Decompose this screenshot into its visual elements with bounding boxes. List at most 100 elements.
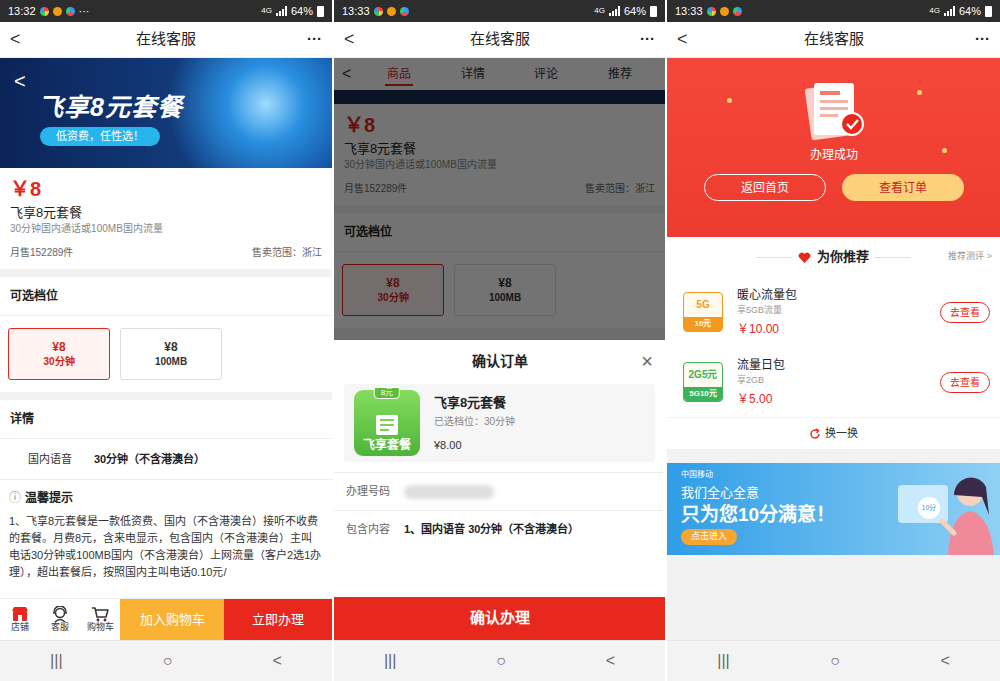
order-price: ¥8.00 <box>434 437 515 454</box>
close-button[interactable]: × <box>633 351 653 371</box>
battery-icon <box>317 6 324 17</box>
recommend-description: 享2GB <box>737 374 785 388</box>
refresh-icon <box>809 425 821 442</box>
more-notifications-icon: ··· <box>79 3 90 20</box>
confirm-button[interactable]: 确认办理 <box>334 597 665 640</box>
divider-line <box>756 257 792 258</box>
signal-bar <box>282 9 284 16</box>
signal-icon <box>609 6 620 16</box>
cart-button[interactable]: 购物车 <box>80 599 120 640</box>
heart-icon <box>798 248 811 266</box>
divider-line <box>875 257 911 258</box>
dimmed-page: <商品详情评论推荐￥8飞享8元套餐30分钟国内通话或100MB国内流量月售152… <box>334 58 665 340</box>
document-check-icon <box>794 78 874 142</box>
status-bar: 13:32···4G64% <box>0 0 332 22</box>
order-product-info: 飞享8元套餐已选档位：30分钟¥8.00 <box>434 393 515 454</box>
survey-banner[interactable]: 中国移动我们全心全意只为您10分满意！点击进入10分 <box>667 463 1000 555</box>
option-section: 可选档位¥830分钟¥8100MB <box>0 277 332 392</box>
recommend-item: 2G5元5G10元流量日包享2GB￥5.00去查看 <box>667 347 1000 417</box>
page-content: <飞享8元套餐低资费，任性选！￥8飞享8元套餐30分钟国内通话或100MB国内流… <box>0 58 332 598</box>
icon-bottom-text: 5G10元 <box>684 387 722 401</box>
package-badge: 8元 <box>374 387 400 399</box>
view-button[interactable]: 去查看 <box>940 302 990 323</box>
phone-screen: 13:334G64%<在线客服···办理成功返回首页查看订单为你推荐推荐测评 >… <box>667 0 1000 681</box>
app-notification-icon <box>707 7 716 16</box>
product-info: ￥8飞享8元套餐30分钟国内通话或100MB国内流量月售152289件售卖范围：… <box>0 168 332 269</box>
more-button[interactable]: ··· <box>631 28 655 51</box>
product-name: 飞享8元套餐 <box>10 205 322 222</box>
view-button[interactable]: 去查看 <box>940 372 990 393</box>
recent-apps-button[interactable]: ||| <box>50 649 62 673</box>
cart-icon <box>91 606 109 622</box>
product-price: ￥8 <box>10 177 322 201</box>
option-tile[interactable]: ¥8100MB <box>120 328 222 380</box>
signal-bar <box>609 13 611 16</box>
network-type: 4G <box>261 5 272 17</box>
option-list: ¥830分钟¥8100MB <box>0 316 332 392</box>
back-button[interactable]: < <box>10 26 34 53</box>
battery-level: 64% <box>624 3 646 20</box>
home-button[interactable]: 返回首页 <box>704 174 826 201</box>
back-nav-button[interactable]: < <box>273 649 282 673</box>
shop-label: 店铺 <box>11 623 29 633</box>
view-order-button[interactable]: 查看订单 <box>842 174 964 201</box>
recent-apps-button[interactable]: ||| <box>384 649 396 673</box>
option-spec: 30分钟 <box>43 355 74 368</box>
customer-service-button[interactable]: 客服 <box>40 599 80 640</box>
clock: 13:33 <box>675 3 703 20</box>
signal-bar <box>953 6 955 16</box>
recent-apps-button[interactable]: ||| <box>717 649 729 673</box>
refresh-label: 换一换 <box>825 425 858 442</box>
banner-line: 我们全心全意 <box>681 483 759 503</box>
battery-level: 64% <box>291 3 313 20</box>
package-icon-label: 飞享套餐 <box>363 438 411 452</box>
recommend-price: ￥5.00 <box>737 390 785 408</box>
back-nav-button[interactable]: < <box>606 649 615 673</box>
enter-button[interactable]: 点击进入 <box>681 529 737 545</box>
recommend-review-link[interactable]: 推荐测评 > <box>948 250 992 264</box>
more-button[interactable]: ··· <box>966 28 990 51</box>
page-title: 在线客服 <box>34 28 298 51</box>
signal-icon <box>276 6 287 16</box>
shop-button[interactable]: 店铺 <box>0 599 40 640</box>
refresh-button[interactable]: 换一换 <box>667 417 1000 449</box>
back-nav-button[interactable]: < <box>940 649 949 673</box>
blurred-value <box>404 485 494 499</box>
buy-now-button[interactable]: 立即办理 <box>224 599 332 640</box>
sparkle <box>942 148 947 153</box>
data-package-icon: 2G5元5G10元 <box>683 362 723 402</box>
order-field: 办理号码 <box>334 472 665 510</box>
network-type: 4G <box>929 5 940 17</box>
app-notification-icon <box>400 7 409 16</box>
icon-top-text: 5G <box>684 293 722 317</box>
back-button[interactable]: < <box>677 26 701 53</box>
banner-back-button[interactable]: < <box>14 66 26 96</box>
tips-section: ⓘ温馨提示 1、飞享8元套餐是一款低资费、国内（不含港澳台）接听不收费的套餐。月费… <box>0 479 332 598</box>
add-to-cart-button[interactable]: 加入购物车 <box>120 599 224 640</box>
document-icon <box>373 414 401 436</box>
home-button[interactable]: ○ <box>496 649 506 673</box>
package-icon: 8元飞享套餐 <box>354 390 420 456</box>
banner-slogan: 低资费，任性选！ <box>40 127 160 146</box>
app-notification-icon <box>374 7 383 16</box>
order-field: 包含内容1、国内语音 30分钟（不含港澳台） <box>334 510 665 548</box>
home-button[interactable]: ○ <box>830 649 840 673</box>
battery-icon <box>985 6 992 17</box>
action-bar: 店铺 客服购物车加入购物车立即办理 <box>0 598 332 640</box>
home-button[interactable]: ○ <box>163 649 173 673</box>
brand-logo: 中国移动 <box>681 469 713 481</box>
tips-header: ⓘ温馨提示 <box>9 489 323 507</box>
more-button[interactable]: ··· <box>298 28 322 51</box>
signal-bar <box>950 9 952 16</box>
detail-section: 详情国内语音30分钟（不含港澳台） <box>0 400 332 480</box>
signal-bar <box>276 13 278 16</box>
recommend-info: 暖心流量包享5GB流量￥10.00 <box>737 286 797 339</box>
back-button[interactable]: < <box>344 26 368 53</box>
promo-banner: <飞享8元套餐低资费，任性选！ <box>0 58 332 168</box>
option-spec: 100MB <box>155 355 187 368</box>
option-tile[interactable]: ¥830分钟 <box>8 328 110 380</box>
app-notification-icon <box>66 7 75 16</box>
order-product-card: 8元飞享套餐飞享8元套餐已选档位：30分钟¥8.00 <box>344 384 655 462</box>
tips-text: 1、飞享8元套餐是一款低资费、国内（不含港澳台）接听不收费的套餐。月费8元，含来… <box>9 513 323 581</box>
sheet-header: 确认订单× <box>334 340 665 382</box>
